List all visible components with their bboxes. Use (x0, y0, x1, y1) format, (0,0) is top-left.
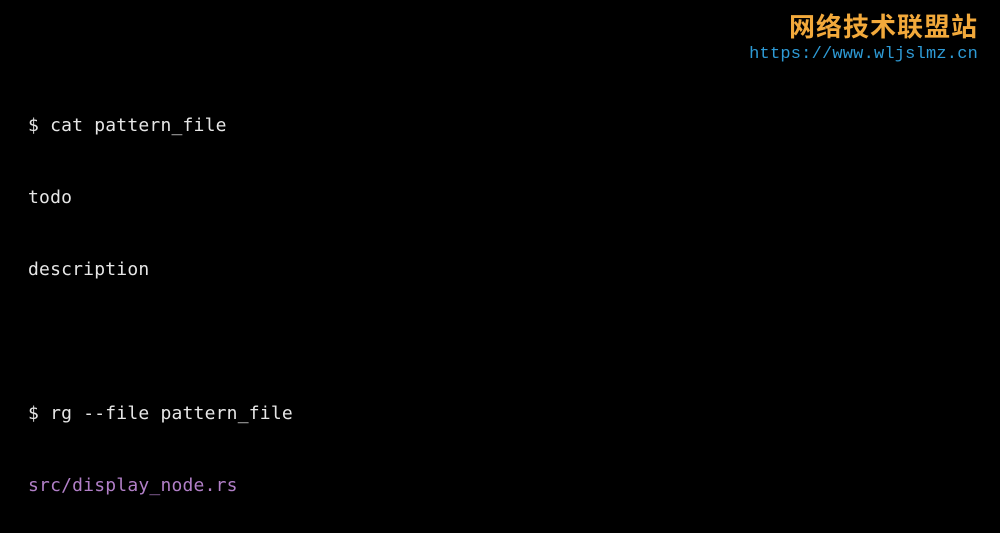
prompt: $ (28, 115, 50, 136)
watermark: 网络技术联盟站 https://www.wljslmz.cn (749, 10, 978, 66)
cmd2: rg --file pattern_file (50, 403, 293, 424)
cat-output-2: description (28, 258, 972, 282)
line-cmd1: $ cat pattern_file (28, 114, 972, 138)
watermark-title: 网络技术联盟站 (749, 10, 978, 41)
watermark-url: https://www.wljslmz.cn (749, 45, 978, 65)
cat-output-1: todo (28, 186, 972, 210)
line-cmd2: $ rg --file pattern_file (28, 402, 972, 426)
terminal[interactable]: 网络技术联盟站 https://www.wljslmz.cn $ cat pat… (0, 0, 1000, 533)
cmd1: cat pattern_file (50, 115, 227, 136)
prompt: $ (28, 403, 50, 424)
blank-line (28, 330, 972, 354)
file-header-1: src/display_node.rs (28, 474, 972, 498)
